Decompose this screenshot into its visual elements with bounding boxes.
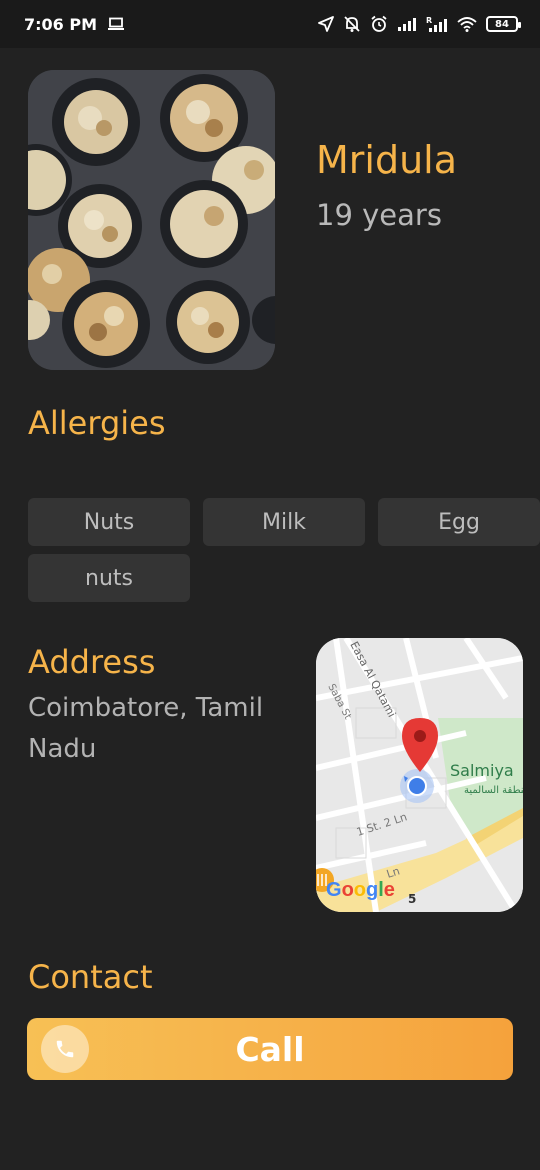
status-time: 7:06 PM <box>24 14 98 34</box>
address-text: Coimbatore, Tamil Nadu <box>28 693 264 764</box>
signal-icon <box>397 17 417 31</box>
profile-name: Mridula <box>316 138 458 182</box>
call-button[interactable]: Call <box>27 1018 513 1080</box>
profile-age: 19 years <box>316 198 442 232</box>
phone-icon <box>41 1025 89 1073</box>
laptop-icon <box>107 17 125 31</box>
address-map[interactable]: Easa Al Qatami Saba St 1 St. 2 Ln Ln Sal… <box>316 638 523 912</box>
allergy-chip[interactable]: Milk <box>203 498 365 546</box>
map-area-label: Salmiya <box>450 761 514 780</box>
alarm-icon <box>370 15 388 33</box>
battery-level: 84 <box>495 18 509 30</box>
signal-r-icon: R <box>426 16 448 32</box>
allergy-chip[interactable]: Egg <box>378 498 540 546</box>
map-area-label-arabic: منطقة السالمية <box>464 785 523 796</box>
svg-text:R: R <box>426 16 432 25</box>
allergies-title: Allergies <box>28 404 166 442</box>
google-logo: Google <box>326 879 395 901</box>
wifi-icon <box>457 16 477 32</box>
allergy-chip[interactable]: Nuts <box>28 498 190 546</box>
location-arrow-icon <box>318 16 334 32</box>
battery-icon: 84 <box>486 16 521 32</box>
allergy-chip[interactable]: nuts <box>28 554 190 602</box>
address-title: Address <box>28 643 156 681</box>
call-label: Call <box>235 1029 305 1069</box>
profile-photo <box>28 70 275 370</box>
bell-off-icon <box>343 15 361 33</box>
contact-title: Contact <box>28 958 153 996</box>
map-road-number: 5 <box>408 892 416 906</box>
status-bar: 7:06 PM R 84 <box>0 0 540 48</box>
